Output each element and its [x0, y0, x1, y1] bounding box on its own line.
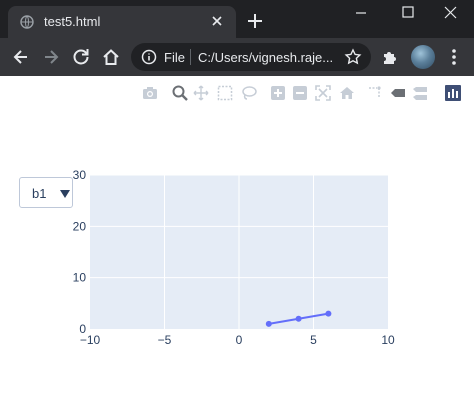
browser-toolbar: File C:/Users/vignesh.raje... [0, 38, 474, 76]
close-icon[interactable] [208, 12, 226, 30]
maximize-icon[interactable] [385, 0, 431, 30]
reload-icon[interactable] [71, 47, 91, 67]
line-chart: −10 −5 0 5 100102030 [73, 168, 395, 347]
y-tick-label: 10 [73, 271, 87, 285]
y-tick-label: 30 [73, 168, 87, 182]
home-icon[interactable] [101, 47, 121, 67]
back-icon[interactable] [11, 47, 31, 67]
omnibox-divider [190, 49, 191, 65]
data-point [295, 315, 302, 322]
avatar[interactable] [411, 45, 435, 69]
url-text[interactable]: C:/Users/vignesh.raje... [198, 50, 342, 65]
scheme-label: File [164, 50, 185, 65]
y-tick-label: 20 [73, 219, 87, 233]
x-tick-label: −5 [158, 333, 172, 347]
x-tick-label: 0 [236, 333, 243, 347]
address-bar[interactable]: File C:/Users/vignesh.raje... [131, 43, 371, 71]
x-tick-label: 10 [381, 333, 395, 347]
close-window-icon[interactable] [428, 0, 474, 30]
title-bar: test5.html [0, 0, 474, 38]
x-tick-label: 5 [310, 333, 317, 347]
y-tick-label: 0 [79, 322, 86, 336]
minimize-icon[interactable] [338, 0, 384, 30]
more-vert-icon[interactable] [444, 47, 464, 67]
puzzle-icon[interactable] [381, 48, 399, 66]
info-icon[interactable] [141, 49, 157, 65]
browser-tab[interactable]: test5.html [8, 6, 236, 38]
triangle-down-icon [60, 190, 70, 198]
data-point [325, 310, 332, 317]
data-point [265, 320, 272, 327]
star-icon[interactable] [344, 48, 362, 66]
forward-icon[interactable] [41, 47, 61, 67]
dropdown-selected-label: b1 [32, 186, 47, 201]
page-content: −10 −5 0 5 10 0 10 20 30 b1 [0, 76, 474, 409]
tab-title: test5.html [44, 14, 101, 29]
globe-icon [20, 15, 34, 29]
trace-dropdown[interactable]: b1 [19, 177, 73, 208]
plus-icon[interactable] [245, 11, 265, 31]
